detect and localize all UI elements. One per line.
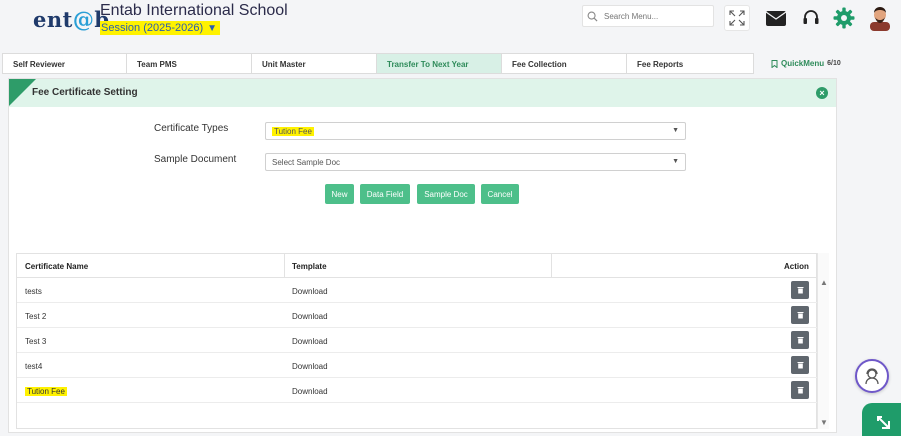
certificate-table: Certificate Name Template Action tests D…: [16, 253, 818, 429]
certificate-name-text: Tution Fee: [25, 387, 67, 396]
gear-icon: [833, 7, 855, 29]
header-action: Action: [784, 262, 809, 271]
scroll-down-icon[interactable]: ▼: [820, 418, 828, 427]
trash-icon: [797, 337, 803, 344]
entab-logo[interactable]: ent@b: [33, 7, 110, 32]
tab-fee-collection[interactable]: Fee Collection: [502, 54, 627, 73]
cancel-button[interactable]: Cancel: [481, 184, 519, 204]
certificate-types-select[interactable]: Tution Fee ▼: [265, 122, 686, 140]
delete-button[interactable]: [791, 356, 809, 374]
certificate-name-cell: Tution Fee: [25, 387, 67, 396]
corner-action-button[interactable]: [862, 403, 901, 436]
support-button[interactable]: [798, 5, 824, 31]
search-icon: [587, 11, 598, 22]
panel-header: Fee Certificate Setting ×: [9, 79, 836, 107]
sample-document-label: Sample Document: [154, 154, 237, 165]
quickmenu-link[interactable]: QuickMenu 6/10: [771, 59, 841, 68]
new-button[interactable]: New: [325, 184, 354, 204]
mail-button[interactable]: [763, 5, 789, 31]
headset-icon: [803, 10, 819, 24]
delete-button[interactable]: [791, 281, 809, 299]
download-link[interactable]: Download: [292, 287, 328, 296]
avatar-icon: [870, 7, 890, 31]
certificate-name-cell: Test 2: [25, 312, 47, 321]
top-header: ent@b Entab International School Session…: [0, 0, 901, 50]
certificate-name-cell: tests: [25, 287, 42, 296]
agent-icon: [865, 368, 879, 385]
table-row: test4 Download: [17, 353, 818, 378]
delete-button[interactable]: [791, 306, 809, 324]
trash-icon: [797, 287, 803, 294]
tab-fee-reports[interactable]: Fee Reports: [627, 54, 753, 73]
quickmenu-label: QuickMenu: [781, 59, 825, 68]
column-divider: [551, 254, 552, 278]
bookmark-icon: [771, 59, 778, 68]
delete-button[interactable]: [791, 381, 809, 399]
search-menu-input[interactable]: [604, 11, 704, 21]
download-link[interactable]: Download: [292, 337, 328, 346]
table-row: Test 3 Download: [17, 328, 818, 353]
table-row: Test 2 Download: [17, 303, 818, 328]
download-link[interactable]: Download: [292, 312, 328, 321]
trash-icon: [797, 387, 803, 394]
table-header: Certificate Name Template Action: [17, 254, 818, 278]
trash-icon: [797, 312, 803, 319]
tab-transfer-to-next-year[interactable]: Transfer To Next Year: [377, 54, 502, 73]
caret-down-icon: ▼: [672, 158, 679, 165]
column-divider: [284, 254, 285, 278]
certificate-types-value: Tution Fee: [272, 127, 314, 136]
data-field-button[interactable]: Data Field: [360, 184, 410, 204]
sample-doc-button[interactable]: Sample Doc: [417, 184, 475, 204]
chevron-down-icon: ▼: [207, 22, 218, 34]
table-row: Tution Fee Download: [17, 378, 818, 403]
school-name: Entab International School: [100, 2, 288, 19]
expand-icon: [729, 10, 745, 26]
fullscreen-button[interactable]: [724, 5, 750, 31]
header-certificate-name: Certificate Name: [25, 262, 89, 271]
close-icon[interactable]: ×: [816, 87, 828, 99]
chat-support-button[interactable]: [855, 359, 889, 393]
user-avatar[interactable]: [867, 5, 893, 31]
arrow-icon: [877, 416, 890, 429]
download-link[interactable]: Download: [292, 387, 328, 396]
certificate-types-label: Certificate Types: [154, 123, 229, 134]
table-row: tests Download: [17, 278, 818, 303]
tab-self-reviewer[interactable]: Self Reviewer: [3, 54, 127, 73]
certificate-name-cell: Test 3: [25, 337, 47, 346]
quickmenu-count: 6/10: [827, 60, 841, 67]
search-menu-box[interactable]: [582, 5, 714, 27]
module-tabs: Self Reviewer Team PMS Unit Master Trans…: [2, 53, 754, 74]
mail-icon: [766, 10, 786, 26]
download-link[interactable]: Download: [292, 362, 328, 371]
caret-down-icon: ▼: [672, 127, 679, 134]
panel-title: Fee Certificate Setting: [32, 87, 138, 98]
sample-document-select[interactable]: Select Sample Doc ▼: [265, 153, 686, 171]
sample-document-value: Select Sample Doc: [272, 158, 341, 167]
session-label: Session (2025-2026): [101, 22, 204, 34]
certificate-name-cell: test4: [25, 362, 43, 371]
settings-button[interactable]: [831, 5, 857, 31]
scroll-up-icon[interactable]: ▲: [820, 278, 828, 287]
trash-icon: [797, 362, 803, 369]
tab-unit-master[interactable]: Unit Master: [252, 54, 377, 73]
tab-team-pms[interactable]: Team PMS: [127, 54, 252, 73]
delete-button[interactable]: [791, 331, 809, 349]
session-selector[interactable]: Session (2025-2026) ▼: [100, 21, 221, 35]
header-template: Template: [292, 262, 327, 271]
